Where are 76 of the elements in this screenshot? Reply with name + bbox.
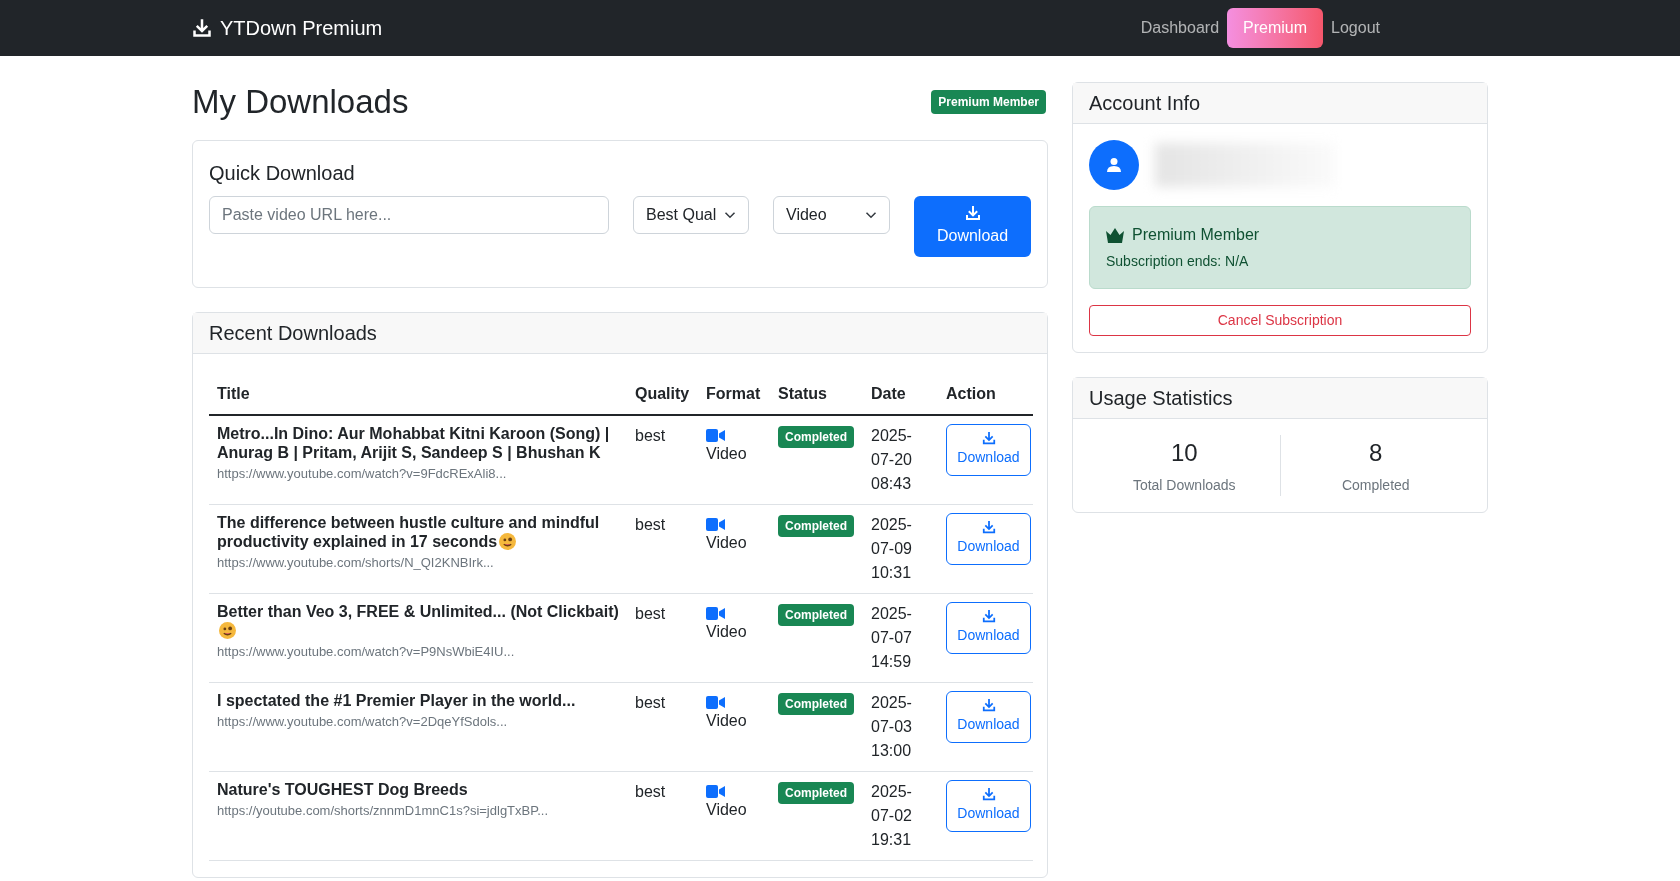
download-icon	[964, 204, 981, 221]
download-button[interactable]: Download	[914, 195, 1031, 257]
membership-badge: Premium Member	[931, 89, 1046, 114]
nav-link[interactable]: Premium	[1227, 8, 1324, 48]
format-text: Video	[706, 444, 747, 462]
status-badge: Completed	[778, 692, 854, 715]
date-text: 2025-07-03 13:00	[871, 692, 913, 761]
stat-label: Completed	[1341, 476, 1410, 495]
avatar-icon	[1089, 140, 1139, 190]
cancel-subscription-button[interactable]: Cancel Subscription	[1089, 305, 1471, 336]
card-title: Recent Downloads	[209, 320, 377, 346]
download-button[interactable]: Download	[946, 690, 1031, 743]
video-title: Metro...In Dino: Aur Mohabbat Kitni Karoon (Song) | Anurag B | Pritam, Arijit S, Sandeep S | Bhushan K	[217, 423, 611, 462]
date-text: 2025-07-20 08:43	[871, 425, 913, 494]
video-url: https://www.youtube.com/shorts/N_QI2KNBIrk...	[217, 553, 495, 572]
download-button[interactable]: Download	[946, 779, 1031, 832]
column-header: Status	[778, 384, 827, 402]
stat-label: Total Downloads	[1132, 476, 1236, 495]
status-badge: Completed	[778, 781, 854, 804]
video-camera-icon	[706, 784, 725, 798]
format-text: Video	[706, 533, 747, 551]
quality-text: best	[635, 515, 666, 533]
video-camera-icon	[706, 517, 725, 531]
video-url: https://www.youtube.com/watch?v=P9NsWbiE4IU...	[217, 642, 516, 661]
video-url: https://www.youtube.com/watch?v=9FdcRExAli8...	[217, 464, 508, 483]
download-button[interactable]: Download	[946, 512, 1031, 565]
card-title: Account Info	[1089, 91, 1201, 116]
card-title: Usage Statistics	[1089, 386, 1233, 411]
nav-link[interactable]: Logout	[1323, 8, 1388, 48]
video-camera-icon	[706, 606, 725, 620]
video-url: https://youtube.com/shorts/znnmD1mnC1s?si=jdlgTxBP...	[217, 801, 550, 820]
video-camera-icon	[706, 695, 725, 709]
date-text: 2025-07-02 19:31	[871, 781, 913, 850]
page-title: My Downloads	[192, 82, 409, 122]
card-title: Quick Download	[209, 160, 356, 186]
video-title: Better than Veo 3, FREE & Unlimited... (Not Clickbait)	[217, 601, 619, 640]
column-header: Date	[871, 384, 906, 402]
stat-value: 10	[1170, 438, 1198, 468]
download-icon	[981, 431, 996, 446]
format-text: Video	[706, 622, 747, 640]
quality-text: best	[635, 782, 666, 800]
quality-text: best	[635, 426, 666, 444]
nav-link[interactable]: Dashboard	[1132, 8, 1228, 48]
status-badge: Completed	[778, 603, 854, 626]
video-url: https://www.youtube.com/watch?v=2DqeYfSdols...	[217, 712, 509, 731]
quality-text: best	[635, 693, 666, 711]
download-button[interactable]: Download	[946, 423, 1031, 476]
column-header: Quality	[635, 384, 690, 402]
format-text: Video	[706, 800, 747, 818]
membership-label: Premium Member	[1132, 225, 1260, 245]
format-select[interactable]: Video	[773, 195, 890, 234]
video-title: I spectated the #1 Premier Player in the world...	[217, 690, 577, 710]
column-header: Format	[706, 384, 761, 402]
download-button[interactable]: Download	[946, 601, 1031, 654]
quality-select[interactable]: Best Qual	[633, 195, 749, 234]
status-badge: Completed	[778, 514, 854, 537]
quality-text: best	[635, 604, 666, 622]
brand-name[interactable]: YTDown Premium	[220, 13, 383, 43]
download-icon	[981, 609, 996, 624]
download-icon	[981, 698, 996, 713]
download-icon	[192, 18, 212, 38]
format-text: Video	[706, 711, 747, 729]
stat-value: 8	[1369, 438, 1383, 468]
video-title: The difference between hustle culture and mindful productivity explained in 17 seconds	[217, 512, 601, 551]
subscription-end: Subscription ends: N/A	[1106, 252, 1250, 271]
download-icon	[981, 787, 996, 802]
column-header: Action	[946, 384, 996, 402]
status-badge: Completed	[778, 425, 854, 448]
video-title: Nature's TOUGHEST Dog Breeds	[217, 779, 469, 799]
date-text: 2025-07-09 10:31	[871, 514, 913, 583]
download-icon	[981, 520, 996, 535]
date-text: 2025-07-07 14:59	[871, 603, 913, 672]
video-camera-icon	[706, 428, 725, 442]
url-input[interactable]: Paste video URL here...	[209, 195, 609, 234]
column-header: Title	[217, 384, 250, 402]
crown-icon	[1106, 227, 1124, 243]
